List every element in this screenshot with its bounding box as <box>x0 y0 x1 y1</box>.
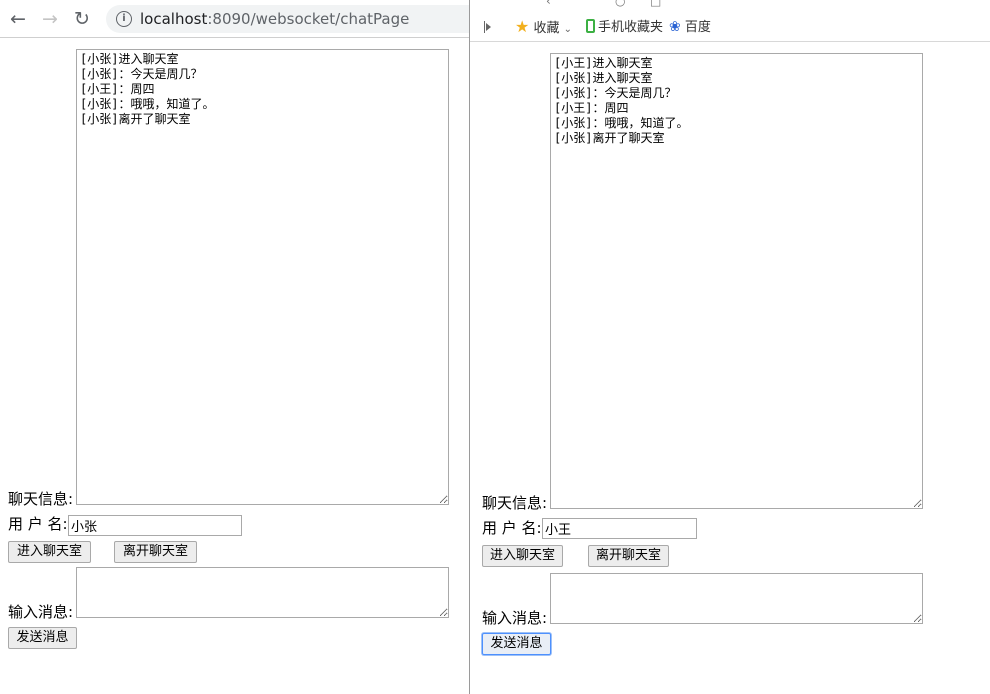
chat-page: [小张]进入聊天室 [小张]：今天是周几？ [小王]：周四 [小张]：哦哦，知道… <box>0 0 470 694</box>
username-label: 用 户 名: <box>482 519 542 537</box>
send-message-button[interactable]: 发送消息 <box>482 633 551 655</box>
username-input[interactable] <box>68 515 242 536</box>
chat-log-textarea[interactable]: [小王]进入聊天室 [小张]进入聊天室 [小张]：今天是周几？ [小王]：周四 … <box>550 53 923 509</box>
left-browser-window: ← → ↻ i localhost:8090/websocket/chatPag… <box>0 0 470 694</box>
chat-label: 聊天信息: <box>482 494 548 512</box>
leave-chat-button[interactable]: 离开聊天室 <box>588 545 669 567</box>
username-label: 用 户 名: <box>8 515 68 533</box>
chat-log-textarea[interactable]: [小张]进入聊天室 [小张]：今天是周几？ [小王]：周四 [小张]：哦哦，知道… <box>76 49 449 505</box>
message-label: 输入消息: <box>482 609 548 627</box>
right-browser-window: ‹ ○ □ ★ 收藏 ⌄ 手机收藏夹 ❀ 百度 [小王]进入聊天室 [小张]进入… <box>469 0 990 694</box>
message-textarea[interactable] <box>550 573 923 624</box>
chat-page: [小王]进入聊天室 [小张]进入聊天室 [小张]：今天是周几？ [小王]：周四 … <box>470 0 990 694</box>
username-input[interactable] <box>542 518 697 539</box>
message-textarea[interactable] <box>76 567 449 618</box>
enter-chat-button[interactable]: 进入聊天室 <box>8 541 91 563</box>
message-label: 输入消息: <box>8 603 74 621</box>
leave-chat-button[interactable]: 离开聊天室 <box>114 541 197 563</box>
send-message-button[interactable]: 发送消息 <box>8 627 77 649</box>
chat-label: 聊天信息: <box>8 490 74 508</box>
enter-chat-button[interactable]: 进入聊天室 <box>482 545 563 567</box>
